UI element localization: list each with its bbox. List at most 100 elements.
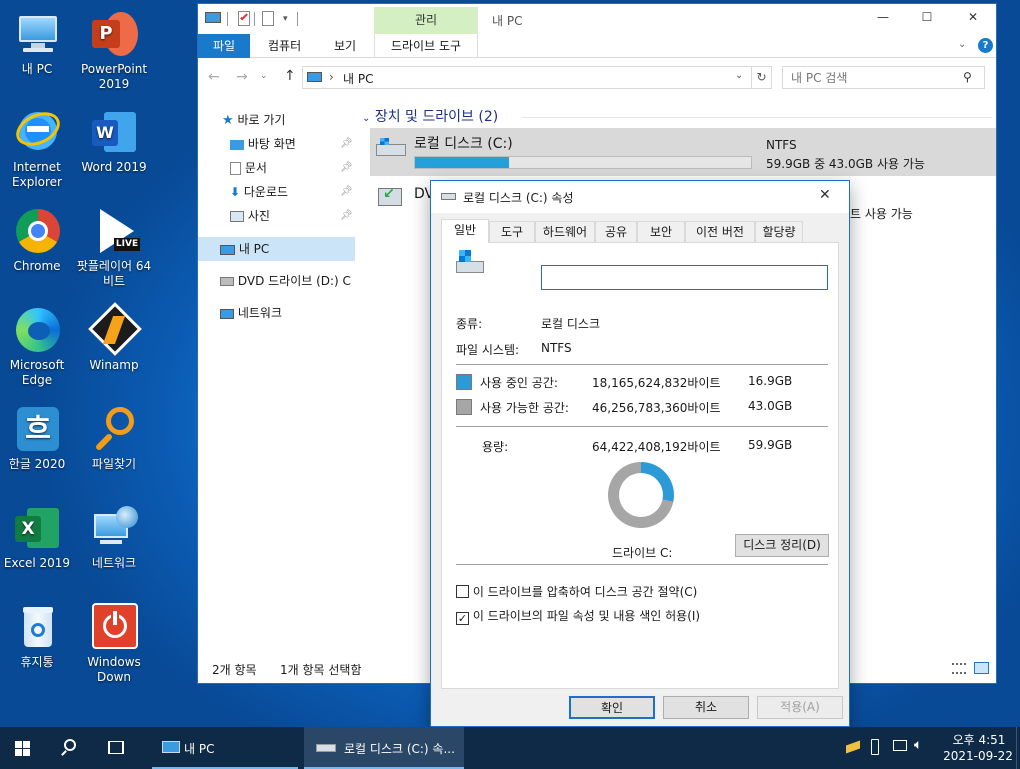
- drive-item-c[interactable]: 로컬 디스크 (C:) NTFS 59.9GB 중 43.0GB 사용 가능: [370, 128, 996, 176]
- up-arrow-icon[interactable]: ↑: [284, 68, 296, 84]
- index-option[interactable]: ✓ 이 드라이브의 파일 속성 및 내용 색인 허용(I): [456, 607, 700, 625]
- item-count: 2개 항목: [212, 663, 257, 677]
- desktop-icon-this-pc[interactable]: 내 PC: [0, 10, 76, 77]
- taskbar-app-properties[interactable]: 로컬 디스크 (C:) 속...: [304, 727, 464, 769]
- recent-dropdown-icon[interactable]: ⌄: [260, 71, 268, 81]
- customize-dropdown-icon[interactable]: ▾: [283, 14, 288, 24]
- search-button[interactable]: [50, 727, 90, 769]
- nav-desktop[interactable]: 바탕 화면 📌︎: [198, 132, 355, 156]
- close-button[interactable]: ✕: [958, 10, 988, 24]
- minimize-button[interactable]: —: [868, 10, 898, 24]
- usb-icon[interactable]: [871, 739, 879, 755]
- desktop-icon-excel[interactable]: X Excel 2019: [0, 504, 76, 571]
- start-button[interactable]: [0, 727, 44, 769]
- tab-previous-versions[interactable]: 이전 버전: [685, 221, 755, 243]
- nav-network[interactable]: 네트워크: [198, 301, 355, 325]
- properties-icon[interactable]: [238, 11, 250, 26]
- free-space-bytes: 46,256,783,360바이트: [592, 401, 721, 415]
- desktop-icon-word[interactable]: W Word 2019: [75, 108, 153, 175]
- clock-time[interactable]: 오후 4:51: [950, 731, 1008, 748]
- free-space-swatch: [456, 399, 472, 415]
- forward-arrow-icon[interactable]: →: [236, 69, 248, 85]
- help-icon[interactable]: ?: [978, 38, 993, 53]
- drive-name-input[interactable]: [541, 265, 828, 290]
- used-space-swatch: [456, 374, 472, 390]
- compress-checkbox[interactable]: [456, 585, 469, 598]
- tray-app-icon[interactable]: [846, 740, 860, 754]
- network-icon[interactable]: [893, 740, 907, 751]
- pin-icon[interactable]: 📌︎: [340, 204, 353, 228]
- clock-date[interactable]: 2021-09-22: [940, 749, 1016, 763]
- tab-drive-tools[interactable]: 드라이브 도구: [374, 34, 478, 58]
- dialog-close-button[interactable]: ✕: [819, 187, 831, 203]
- potplayer-icon: LIVE: [90, 207, 140, 255]
- desktop-icon-label: Microsoft Edge: [9, 358, 65, 387]
- nav-downloads[interactable]: ⬇ 다운로드 📌︎: [198, 180, 355, 204]
- tab-security[interactable]: 보안: [637, 221, 685, 243]
- desktop-icon-recycle-bin[interactable]: 휴지통: [0, 603, 76, 670]
- cancel-button[interactable]: 취소: [663, 696, 749, 719]
- nav-this-pc[interactable]: 내 PC: [198, 237, 355, 261]
- show-desktop-button[interactable]: [1016, 727, 1020, 769]
- pin-icon[interactable]: 📌︎: [340, 180, 353, 204]
- search-icon-handle: [61, 750, 67, 756]
- ok-button[interactable]: 확인: [569, 696, 655, 719]
- large-icons-view-icon[interactable]: [974, 662, 989, 674]
- maximize-button[interactable]: ☐: [912, 10, 942, 24]
- tab-computer[interactable]: 컴퓨터: [256, 34, 313, 58]
- desktop-icon-winamp[interactable]: Winamp: [75, 302, 153, 373]
- apply-button[interactable]: 적용(A): [757, 696, 843, 719]
- pin-icon[interactable]: 📌︎: [340, 156, 353, 180]
- chrome-icon: [13, 207, 61, 255]
- index-checkbox[interactable]: ✓: [456, 612, 469, 625]
- tab-general[interactable]: 일반: [441, 219, 489, 243]
- details-view-icon[interactable]: [952, 663, 966, 674]
- index-label: 이 드라이브의 파일 속성 및 내용 색인 허용(I): [472, 609, 701, 623]
- desktop-icon-network[interactable]: 네트워크: [75, 504, 153, 571]
- address-bar[interactable]: › 내 PC ⌄ ↻: [302, 66, 772, 89]
- volume-icon[interactable]: 🔈︎: [914, 737, 922, 753]
- breadcrumb-this-pc[interactable]: 내 PC: [343, 70, 373, 87]
- pin-icon[interactable]: 📌︎: [340, 132, 353, 156]
- desktop-icon-hangul[interactable]: 흐 한글 2020: [0, 405, 76, 472]
- disk-cleanup-button[interactable]: 디스크 정리(D): [735, 534, 829, 557]
- desktop-icon-label: 팟플레이어 64 비트: [76, 259, 152, 288]
- desktop-icon-windows-down[interactable]: Windows Down: [75, 603, 153, 685]
- back-arrow-icon[interactable]: ←: [208, 69, 220, 85]
- expand-ribbon-icon[interactable]: ⌄: [958, 39, 966, 50]
- desktop-icon-powerpoint[interactable]: P PowerPoint 2019: [75, 10, 153, 92]
- search-input[interactable]: [783, 67, 953, 88]
- free-space-label: 사용 가능한 공간:: [480, 401, 569, 415]
- compress-option[interactable]: 이 드라이브를 압축하여 디스크 공간 절약(C): [456, 583, 697, 600]
- address-dropdown-icon[interactable]: ⌄: [735, 70, 743, 81]
- divider: [456, 364, 828, 365]
- breadcrumb-separator: ›: [329, 70, 334, 84]
- desktop-icon-file-search[interactable]: 파일찾기: [75, 405, 153, 472]
- search-box[interactable]: ⚲: [782, 66, 985, 89]
- nav-documents[interactable]: 문서 📌︎: [198, 156, 355, 180]
- refresh-icon[interactable]: ↻: [751, 67, 771, 88]
- tab-hardware[interactable]: 하드웨어: [535, 221, 595, 243]
- local-disk-icon: [456, 250, 484, 273]
- tab-view[interactable]: 보기: [322, 34, 368, 58]
- section-header-devices[interactable]: ⌄ 장치 및 드라이브 (2): [362, 106, 498, 126]
- desktop-icon-edge[interactable]: Microsoft Edge: [0, 306, 76, 388]
- contextual-tab-manage[interactable]: 관리: [374, 7, 478, 34]
- this-pc-icon: [220, 244, 235, 255]
- desktop-icon-chrome[interactable]: Chrome: [0, 207, 76, 274]
- desktop-icon-internet-explorer[interactable]: Internet Explorer: [0, 105, 76, 190]
- desktop-icon-potplayer[interactable]: LIVE 팟플레이어 64 비트: [75, 207, 153, 289]
- nav-dvd-drive[interactable]: DVD 드라이브 (D:) C: [198, 269, 355, 293]
- tab-quota[interactable]: 할당량: [755, 221, 803, 243]
- tab-sharing[interactable]: 공유: [595, 221, 637, 243]
- nav-quick-access[interactable]: ★ 바로 가기: [198, 108, 355, 132]
- tab-file[interactable]: 파일: [198, 34, 250, 58]
- taskbar-app-explorer[interactable]: 내 PC: [150, 727, 300, 769]
- desktop-icon-label: Windows Down: [87, 655, 141, 684]
- filesystem-value: NTFS: [541, 341, 572, 355]
- tab-tools[interactable]: 도구: [489, 221, 535, 243]
- new-folder-icon[interactable]: [262, 11, 274, 26]
- desktop-icon-label: 한글 2020: [8, 457, 66, 471]
- task-view-button[interactable]: [96, 727, 136, 769]
- nav-pictures[interactable]: 사진 📌︎: [198, 204, 355, 228]
